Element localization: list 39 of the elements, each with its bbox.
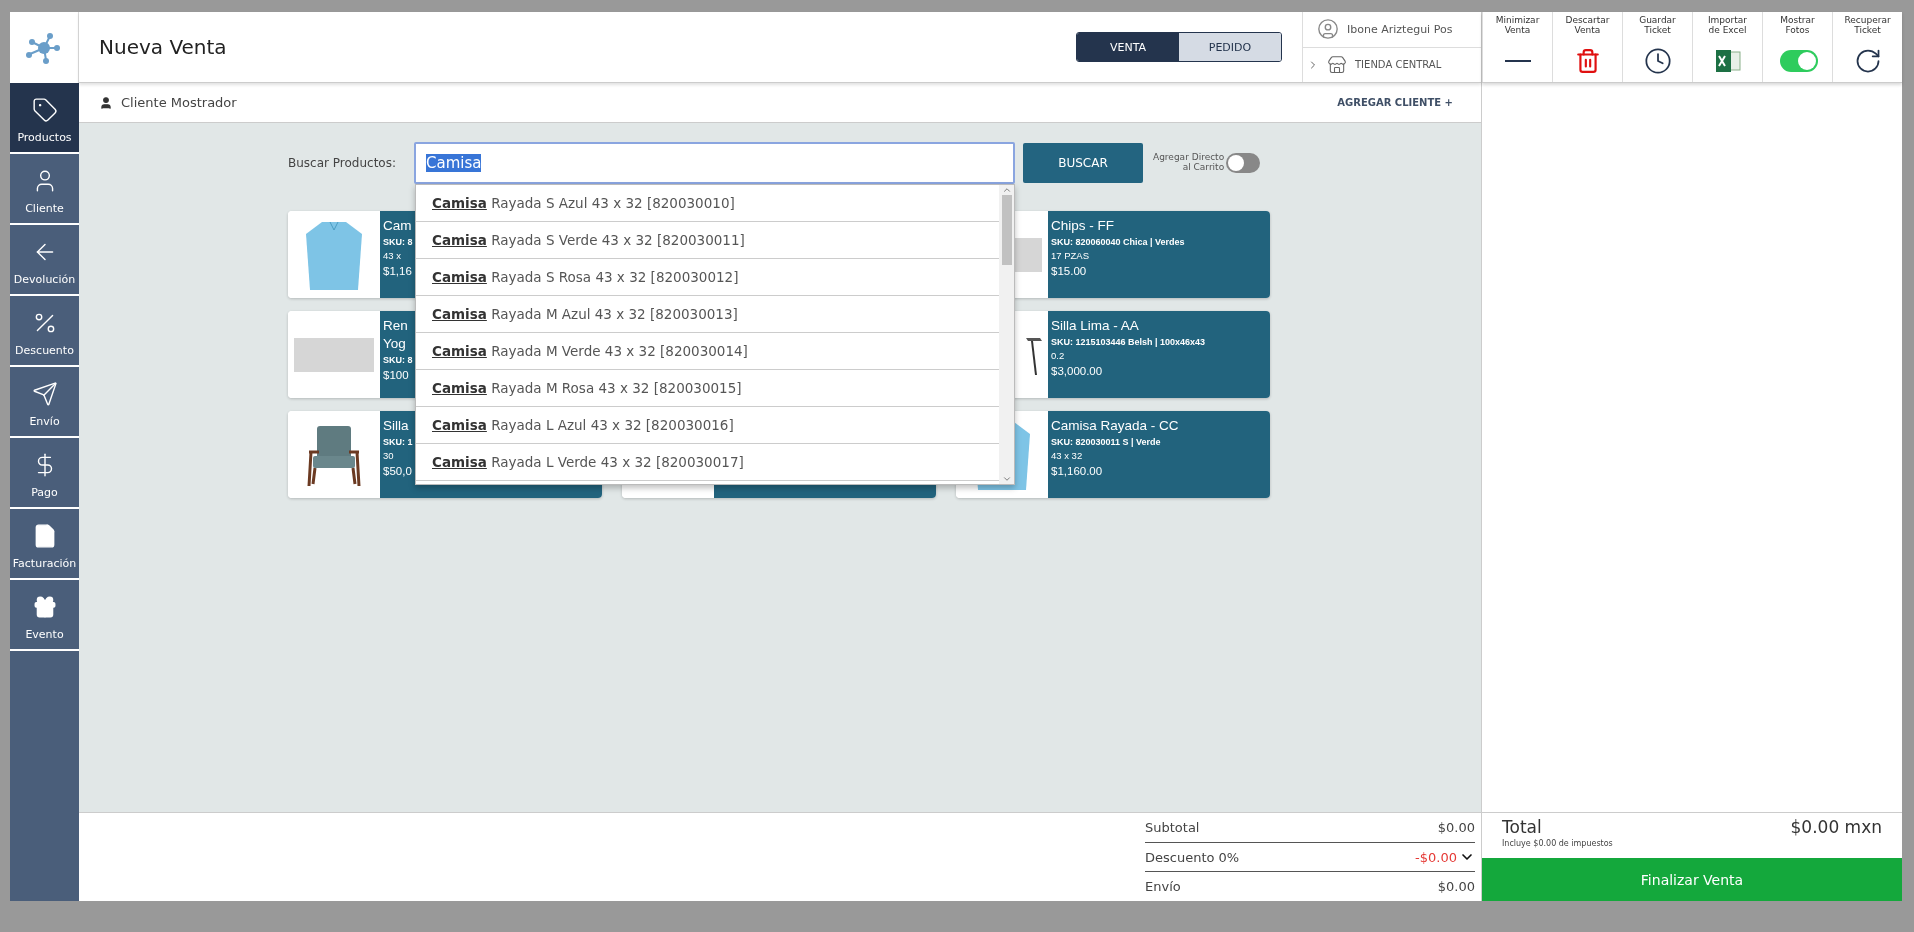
product-sku: SKU: 820030011 S | Verde bbox=[1051, 436, 1161, 449]
product-price: $3,000.00 bbox=[1051, 364, 1103, 379]
total-row-value: -$0.00 bbox=[1415, 849, 1457, 865]
total-row-value: $0.00 bbox=[1437, 879, 1475, 895]
total-row-value: $0.00 bbox=[1437, 819, 1475, 835]
product-title: Cam bbox=[383, 217, 412, 235]
product-sku: SKU: 1 bbox=[383, 436, 413, 449]
product-title: Silla Lima - AA bbox=[1051, 317, 1139, 335]
page-title: Nueva Venta bbox=[98, 35, 228, 59]
total-label: Total bbox=[1502, 817, 1542, 837]
user-name: Ibone Ariztegui Pos bbox=[1347, 22, 1453, 36]
total-row-label: Descuento 0% bbox=[1145, 849, 1240, 865]
product-price: $1,160.00 bbox=[1051, 464, 1103, 479]
product-detail: 43 x 32 bbox=[1051, 449, 1083, 463]
product-price: $50,0 bbox=[383, 464, 412, 479]
total-row-label: Subtotal bbox=[1145, 819, 1200, 835]
product-price: $15.00 bbox=[1051, 264, 1087, 279]
store-name: TIENDA CENTRAL bbox=[1355, 59, 1442, 71]
client-name: Cliente Mostrador bbox=[121, 95, 237, 110]
product-detail: 43 x bbox=[383, 249, 401, 263]
product-detail: 30 bbox=[383, 449, 394, 463]
product-sku: SKU: 820060040 Chica | Verdes bbox=[1051, 236, 1185, 249]
product-price: $1,16 bbox=[383, 264, 412, 279]
product-title: Silla bbox=[383, 417, 409, 435]
product-title: Chips - FF bbox=[1051, 217, 1114, 235]
total-row-label: Envío bbox=[1145, 879, 1181, 895]
product-title: Yog bbox=[383, 335, 406, 353]
product-sku: SKU: 8 bbox=[383, 236, 413, 249]
total-value: $0.00 mxn bbox=[1790, 817, 1882, 837]
product-detail: 17 PZAS bbox=[1051, 249, 1090, 263]
product-title: Ren bbox=[383, 317, 408, 335]
product-sku: SKU: 8 bbox=[383, 354, 413, 367]
product-price: $100 bbox=[383, 368, 409, 383]
tax-note: Incluye $0.00 de impuestos bbox=[1502, 839, 1614, 848]
product-detail: 0.2 bbox=[1051, 349, 1065, 363]
direct-add-label: Agregar Directo al Carrito bbox=[1153, 153, 1225, 173]
product-title: Camisa Rayada - CC bbox=[1051, 417, 1179, 435]
search-label: Buscar Productos: bbox=[288, 156, 397, 170]
product-sku: SKU: 1215103446 Belsh | 100x46x43 bbox=[1051, 336, 1206, 349]
